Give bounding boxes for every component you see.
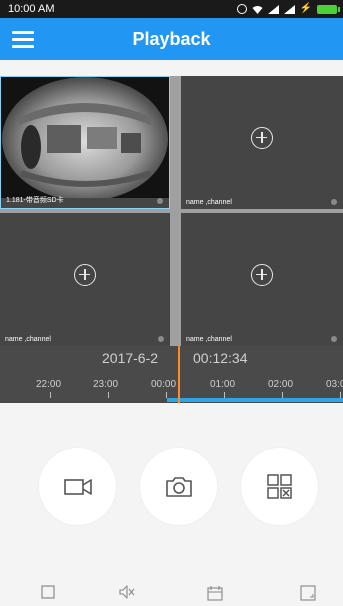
signal-icon-2 (283, 4, 295, 14)
timeline-tick (108, 392, 109, 398)
channel-status-dot (157, 198, 163, 204)
stop-icon[interactable] (41, 585, 55, 599)
timeline-cursor[interactable] (178, 346, 180, 403)
record-button[interactable] (39, 448, 116, 525)
mute-icon[interactable] (119, 585, 135, 599)
status-icons: ⚡ (236, 3, 340, 15)
grid-layout-icon (267, 474, 292, 499)
calendar-icon[interactable] (207, 585, 223, 601)
bottom-toolbar (0, 573, 343, 606)
timeline-tick-label: 00:00 (151, 379, 177, 390)
page-title: Playback (132, 29, 211, 49)
channel-status-dot (331, 336, 337, 342)
timeline-tick-label: 02:00 (268, 379, 294, 390)
battery-icon (317, 4, 340, 14)
status-bar: 10:00 AM ⚡ (0, 0, 343, 18)
signal-icon (267, 4, 279, 14)
channel-cell-3[interactable]: name ,channel (0, 213, 170, 346)
channel-label: name ,channel (186, 336, 232, 343)
video-camera-icon (64, 479, 92, 495)
channel-cell-1[interactable]: 1.181-带音频SD卡 (0, 76, 170, 209)
timeline-time: 00:12:34 (193, 350, 248, 366)
channel-cell-4[interactable]: name ,channel (181, 213, 343, 346)
channel-status-dot (158, 336, 164, 342)
channel-label: name ,channel (186, 199, 232, 206)
channel-grid: 1.181-带音频SD卡 name ,channel name ,channel… (0, 76, 343, 346)
timeline-tick-label: 01:00 (210, 379, 236, 390)
alarm-icon (236, 4, 247, 14)
timeline-date: 2017-6-2 (102, 350, 159, 366)
download-icon[interactable] (300, 585, 316, 601)
timeline-tick-label: 03:00 (326, 379, 343, 390)
channel-label: 1.181-带音频SD卡 (6, 197, 64, 204)
wifi-icon (252, 5, 263, 14)
layout-button[interactable] (241, 448, 318, 525)
timeline-tick (50, 392, 51, 398)
camera-icon (166, 477, 192, 497)
snapshot-button[interactable] (140, 448, 217, 525)
fisheye-video-frame (1, 77, 169, 198)
timeline-tick-label: 22:00 (36, 379, 62, 390)
add-channel-icon[interactable] (251, 263, 273, 286)
channel-cell-2[interactable]: name ,channel (181, 76, 343, 209)
channel-label: name ,channel (5, 336, 51, 343)
charging-icon: ⚡ (299, 3, 312, 14)
playback-timeline[interactable]: 2017-6-2 00:12:34 22:00 23:00 00:00 01:0… (0, 346, 343, 403)
timeline-tick-label: 23:00 (93, 379, 119, 390)
status-time: 10:00 AM (8, 3, 55, 15)
add-channel-icon[interactable] (251, 126, 273, 149)
app-bar: Playback (0, 18, 343, 60)
channel-status-dot (331, 199, 337, 205)
recording-bar (167, 398, 343, 402)
playback-controls (0, 403, 343, 573)
add-channel-icon[interactable] (74, 263, 96, 286)
